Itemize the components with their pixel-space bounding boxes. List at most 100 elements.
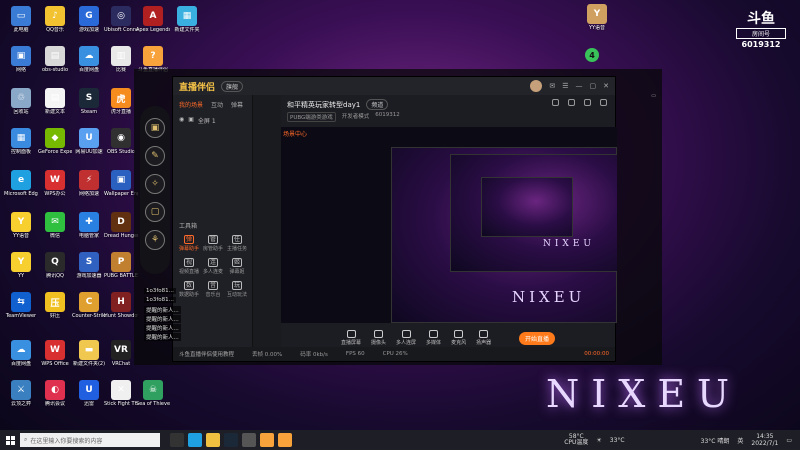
desktop-icon[interactable]: S 游戏加速器 xyxy=(72,252,106,279)
scene-item[interactable]: ◉ ▣ 全屏 1 xyxy=(173,114,252,127)
delete-icon[interactable] xyxy=(568,99,575,106)
explorer-icon[interactable] xyxy=(206,433,220,447)
steam-icon[interactable] xyxy=(224,433,238,447)
desktop-icon[interactable]: U 迅雷 xyxy=(72,380,106,407)
desktop-icon[interactable]: ▦ 新建文件夹 xyxy=(170,6,204,33)
desktop-icon[interactable]: ▦ 控制面板 xyxy=(4,128,38,155)
start-button[interactable] xyxy=(0,430,20,450)
stream-preview[interactable]: 场景中心 NIXEU NIXEU xyxy=(281,127,617,323)
lock-icon[interactable] xyxy=(552,99,559,106)
desktop-icon[interactable]: Y YY语音 xyxy=(4,212,38,239)
app-icon[interactable] xyxy=(242,433,256,447)
maximize-icon[interactable]: ▢ xyxy=(590,82,597,90)
desktop-icon[interactable]: ✉ 微信 xyxy=(38,212,72,239)
desktop-icon[interactable]: ▬ 新建文件夹(2) xyxy=(72,340,106,367)
menu-icon[interactable]: ☰ xyxy=(562,82,568,90)
leaf-icon[interactable]: ⚘ xyxy=(145,230,165,250)
category-tag[interactable]: PUBG端游类游戏 xyxy=(287,112,336,122)
tool-item[interactable]: 弹弹幕助手 xyxy=(177,235,201,252)
desktop-icon[interactable]: ✕Stick Fight The Game xyxy=(104,380,138,407)
ime-indicator[interactable]: 英 xyxy=(737,436,743,445)
desktop-icon[interactable]: Q 腾讯QQ xyxy=(38,252,72,279)
douyu-icon-2[interactable] xyxy=(278,433,292,447)
tool-item[interactable]: 玩互动玩法 xyxy=(225,281,249,298)
desktop-icon[interactable]: ◎Ubisoft Connect xyxy=(104,6,138,33)
source-control[interactable]: 直播屏幕 xyxy=(341,330,361,346)
avatar[interactable] xyxy=(530,80,543,92)
desktop-icon[interactable]: 虎虎牙直播 xyxy=(104,88,138,115)
tab-interaction[interactable]: 互动 xyxy=(211,100,223,109)
desktop-icon[interactable]: Y YY语音 xyxy=(580,4,614,31)
tray-weather[interactable]: 33°C 晴朗 xyxy=(701,436,730,445)
source-control[interactable]: 扬声器 xyxy=(476,330,491,346)
mail-icon[interactable]: ✉ xyxy=(549,82,555,90)
app-icon: ✉ xyxy=(45,212,65,232)
tool-item[interactable]: 音音乐台 xyxy=(201,281,225,298)
tool-item[interactable]: 视视频直播 xyxy=(177,258,201,275)
desktop-icon[interactable]: ⚔ 云顶之弈 xyxy=(4,380,38,407)
douyu-icon[interactable] xyxy=(260,433,274,447)
tool-item[interactable]: 数数据助手 xyxy=(177,281,201,298)
task-view-icon[interactable] xyxy=(170,433,184,447)
tab-danmaku[interactable]: 弹幕 xyxy=(231,100,243,109)
desktop-icon[interactable]: ◉ OBS Studio xyxy=(104,128,138,155)
source-control[interactable]: 摄像头 xyxy=(371,330,386,346)
desktop-icon[interactable]: ◐ 腾讯会议 xyxy=(38,380,72,407)
desktop-icon[interactable]: G 游戏加速 xyxy=(72,6,106,33)
desktop-icon[interactable]: U 网易UU加速 xyxy=(72,128,106,155)
desktop-icon[interactable]: ▤ 新建文本 xyxy=(38,88,72,115)
desktop-icon[interactable]: ☁ 百度网盘 xyxy=(4,340,38,367)
source-control[interactable]: 多人连屏 xyxy=(396,330,416,346)
desktop-icon[interactable]: ▤ obs-studio xyxy=(38,46,72,73)
desktop-icon[interactable]: ▥ 比赛 xyxy=(104,46,138,73)
desktop-icon[interactable]: W WPS办公 xyxy=(38,170,72,197)
desktop-icon[interactable]: VR VRChat xyxy=(104,340,138,367)
shield-icon[interactable]: ▢ xyxy=(145,202,165,222)
desktop-icon[interactable]: e Microsoft Edge xyxy=(4,170,38,197)
desktop-icon[interactable]: 压好压 xyxy=(38,292,72,319)
weather-value[interactable]: 33°C xyxy=(610,437,625,444)
tool-item[interactable]: 姬弹幕姬 xyxy=(225,258,249,275)
desktop-icon[interactable]: PPUBG BATTLEGROUNDS xyxy=(104,252,138,279)
close-icon[interactable]: ✕ xyxy=(603,82,609,90)
edge-icon[interactable] xyxy=(188,433,202,447)
desktop-icon[interactable]: ▣Wallpaper Engine xyxy=(104,170,138,197)
taskbar-search[interactable]: ⌕ 在这里输入你要搜索的内容 xyxy=(20,433,160,447)
desktop-icon[interactable]: W WPS Office xyxy=(38,340,72,367)
stream-title[interactable]: 和平精英玩家转型day1 xyxy=(287,100,360,110)
tool-item[interactable]: 任主播任务 xyxy=(225,235,249,252)
tool-item[interactable]: 连多人连麦 xyxy=(201,258,225,275)
desktop-icon[interactable]: D Dread Hunger xyxy=(104,212,138,239)
clock[interactable]: 14:35 2022/7/1 xyxy=(751,433,778,447)
minimize-icon[interactable]: — xyxy=(576,82,583,90)
stream-tag[interactable]: 频道 xyxy=(366,99,389,110)
desktop-icon[interactable]: ♪ QQ音乐 xyxy=(38,6,72,33)
desktop-icon[interactable]: ✚ 电脑管家 xyxy=(72,212,106,239)
source-control[interactable]: 麦克风 xyxy=(451,330,466,346)
desktop-icon[interactable]: ⚡ 网络加速 xyxy=(72,170,106,197)
notice-text[interactable]: 斗鱼直播伴侣使用教程 xyxy=(179,350,234,358)
version-badge[interactable]: 旗舰 xyxy=(221,80,244,92)
desktop-icon[interactable]: ☁ 百度网盘 xyxy=(72,46,106,73)
tool-icon-1[interactable]: ▣ xyxy=(145,118,165,138)
desktop-icon[interactable]: Y YY xyxy=(4,252,38,279)
notification-icon[interactable]: ▭ xyxy=(786,437,792,444)
desktop-icon[interactable]: S Steam xyxy=(72,88,106,115)
desktop-icon[interactable]: CCounter-Strike Global Offensive xyxy=(72,292,106,319)
desktop-icon[interactable]: ▣ 网络 xyxy=(4,46,38,73)
source-control[interactable]: 多媒体 xyxy=(426,330,441,346)
share-icon[interactable] xyxy=(600,99,607,106)
desktop-icon[interactable]: ♲ 回收站 xyxy=(4,88,38,115)
tool-item[interactable]: 管房管助手 xyxy=(201,235,225,252)
layout-icon[interactable] xyxy=(584,99,591,106)
start-stream-button[interactable]: 开始直播 xyxy=(518,331,555,345)
desktop-icon[interactable]: HHunt Showdown xyxy=(104,292,138,319)
tab-scenes[interactable]: 我的场景 xyxy=(179,100,203,109)
badge-icon[interactable]: ✧ xyxy=(145,174,165,194)
desktop-icon[interactable]: ▭ 此电脑 xyxy=(4,6,38,33)
desktop-icon[interactable]: ⇆ TeamViewer xyxy=(4,292,38,319)
desktop-icon[interactable]: ◆GeForce Experience xyxy=(38,128,72,155)
desktop-icon[interactable]: A Apex Legends xyxy=(136,6,170,33)
desktop-icon[interactable]: ☠ Sea of Thieves xyxy=(136,380,170,407)
pen-icon[interactable]: ✎ xyxy=(145,146,165,166)
